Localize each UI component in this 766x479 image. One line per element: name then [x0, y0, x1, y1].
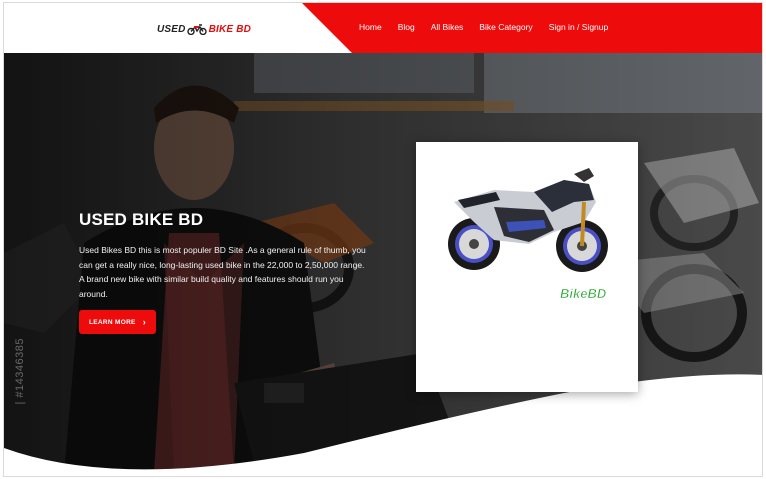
hero-title: USED BIKE BD [79, 210, 204, 229]
learn-more-label: LEARN MORE [89, 318, 136, 326]
logo-bike-text: BIKE BD [208, 23, 252, 35]
logo-used-text: USED [157, 23, 186, 35]
hero-text-block: USED BIKE BD Used Bikes BD this is most … [79, 210, 369, 334]
chevron-right-icon: › [142, 317, 147, 327]
nav-blog[interactable]: Blog [398, 22, 415, 32]
hero-bottom-wave [4, 374, 762, 476]
featured-bike-card[interactable]: BikeBD [416, 142, 638, 392]
nav-home[interactable]: Home [359, 22, 382, 32]
nav-sign-in-signup[interactable]: Sign in / Signup [549, 22, 609, 32]
learn-more-button[interactable]: LEARN MORE › [79, 310, 157, 334]
card-brand-logo: BikeBD [560, 286, 607, 301]
hero-section: | #14346385 USED BIKE BD Used Bikes BD t… [4, 53, 762, 476]
nav-all-bikes[interactable]: All Bikes [431, 22, 464, 32]
page-frame: USED BIKE BD Home Blog All Bikes Bike Ca… [3, 2, 763, 477]
nav-bike-category[interactable]: Bike Category [479, 22, 532, 32]
hero-description: Used Bikes BD this is most populer BD Si… [79, 245, 366, 299]
main-nav: Home Blog All Bikes Bike Category Sign i… [359, 22, 624, 32]
featured-bike-image: BikeBD [448, 168, 608, 301]
site-logo[interactable]: USED BIKE BD [157, 21, 251, 37]
motorcycle-icon [186, 24, 207, 35]
site-header: USED BIKE BD Home Blog All Bikes Bike Ca… [4, 3, 762, 53]
